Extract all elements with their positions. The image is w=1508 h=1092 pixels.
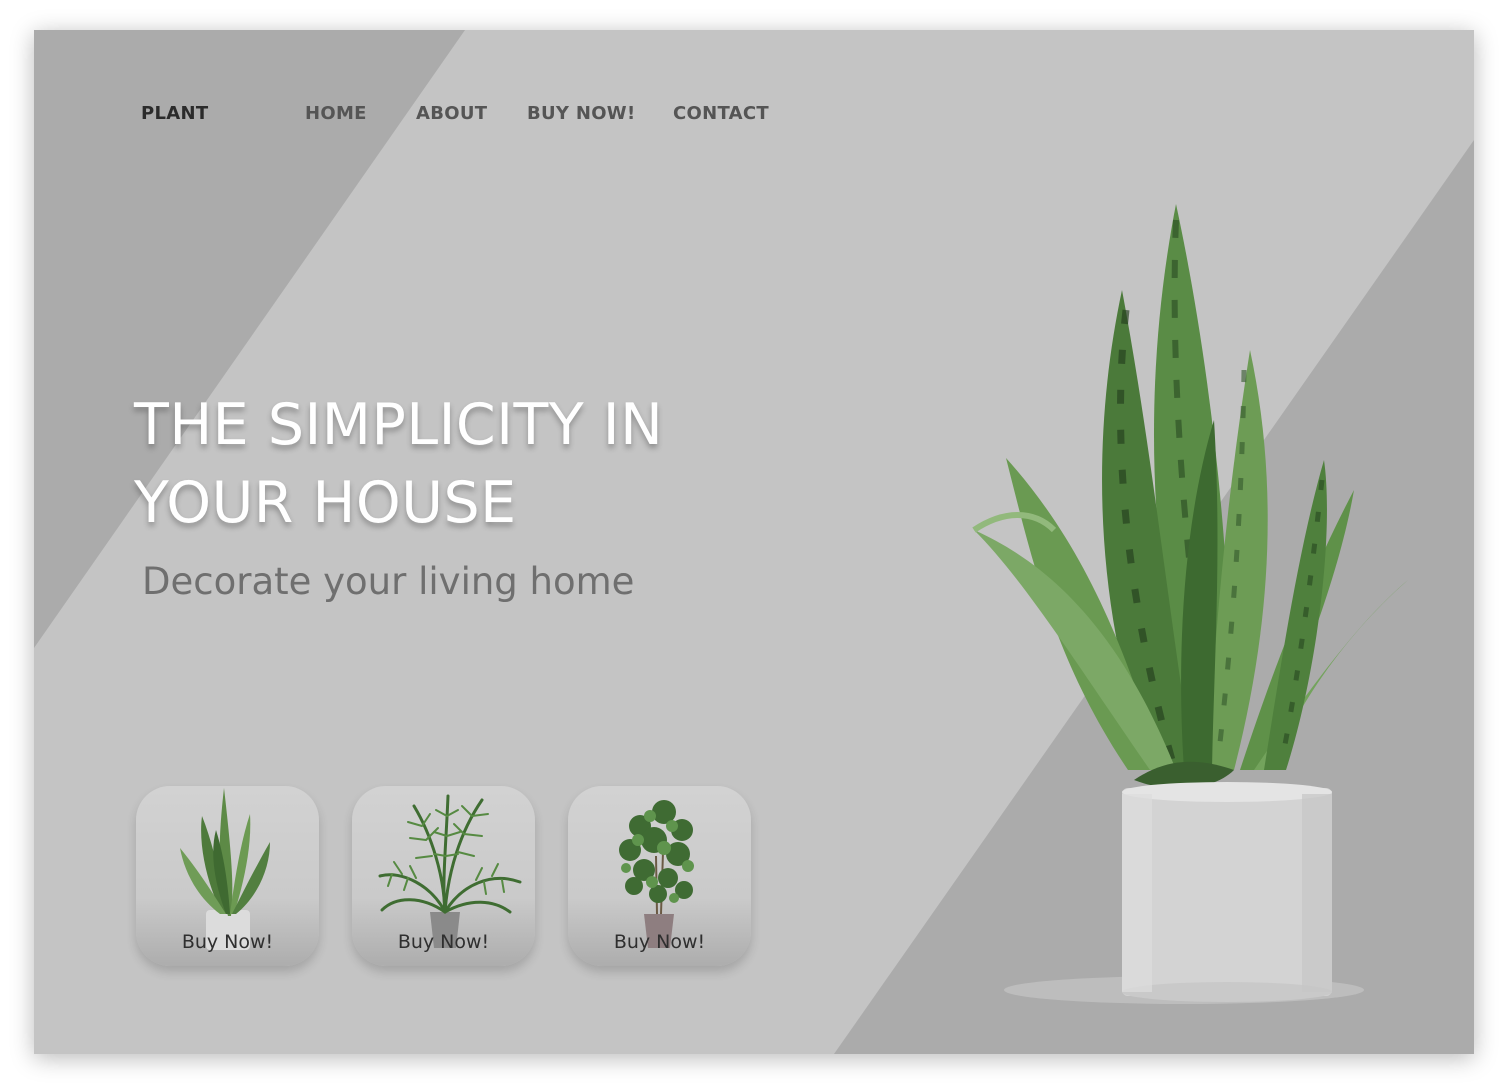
hero-title-line-2: YOUR HOUSE bbox=[134, 470, 517, 536]
product-card-areca-palm[interactable]: Buy Now! bbox=[352, 786, 535, 966]
hero-title: THE SIMPLICITY IN YOUR HOUSE bbox=[134, 386, 663, 542]
hero-subtitle: Decorate your living home bbox=[142, 560, 635, 603]
hero-snake-plant-image bbox=[972, 204, 1408, 1004]
nav-about[interactable]: ABOUT bbox=[416, 103, 487, 124]
snake-plant-leaves bbox=[972, 204, 1408, 789]
top-left-diagonal-band bbox=[34, 30, 465, 648]
hero-title-line-1: THE SIMPLICITY IN bbox=[134, 392, 664, 458]
nav-buy-now[interactable]: BUY NOW! bbox=[527, 103, 635, 124]
product-card-label: Buy Now! bbox=[613, 931, 706, 953]
landing-page: PLANT HOME ABOUT BUY NOW! CONTACT THE SI… bbox=[34, 30, 1474, 1054]
brand-logo[interactable]: PLANT bbox=[141, 103, 208, 124]
product-card-label: Buy Now! bbox=[181, 931, 274, 953]
nav-home[interactable]: HOME bbox=[305, 103, 367, 124]
product-card-ficus-tree[interactable]: Buy Now! bbox=[568, 786, 751, 966]
product-card-snake-plant[interactable]: Buy Now! bbox=[136, 786, 319, 966]
nav-contact[interactable]: CONTACT bbox=[673, 103, 769, 124]
product-card-label: Buy Now! bbox=[397, 931, 490, 953]
plant-pot bbox=[1122, 782, 1332, 1002]
